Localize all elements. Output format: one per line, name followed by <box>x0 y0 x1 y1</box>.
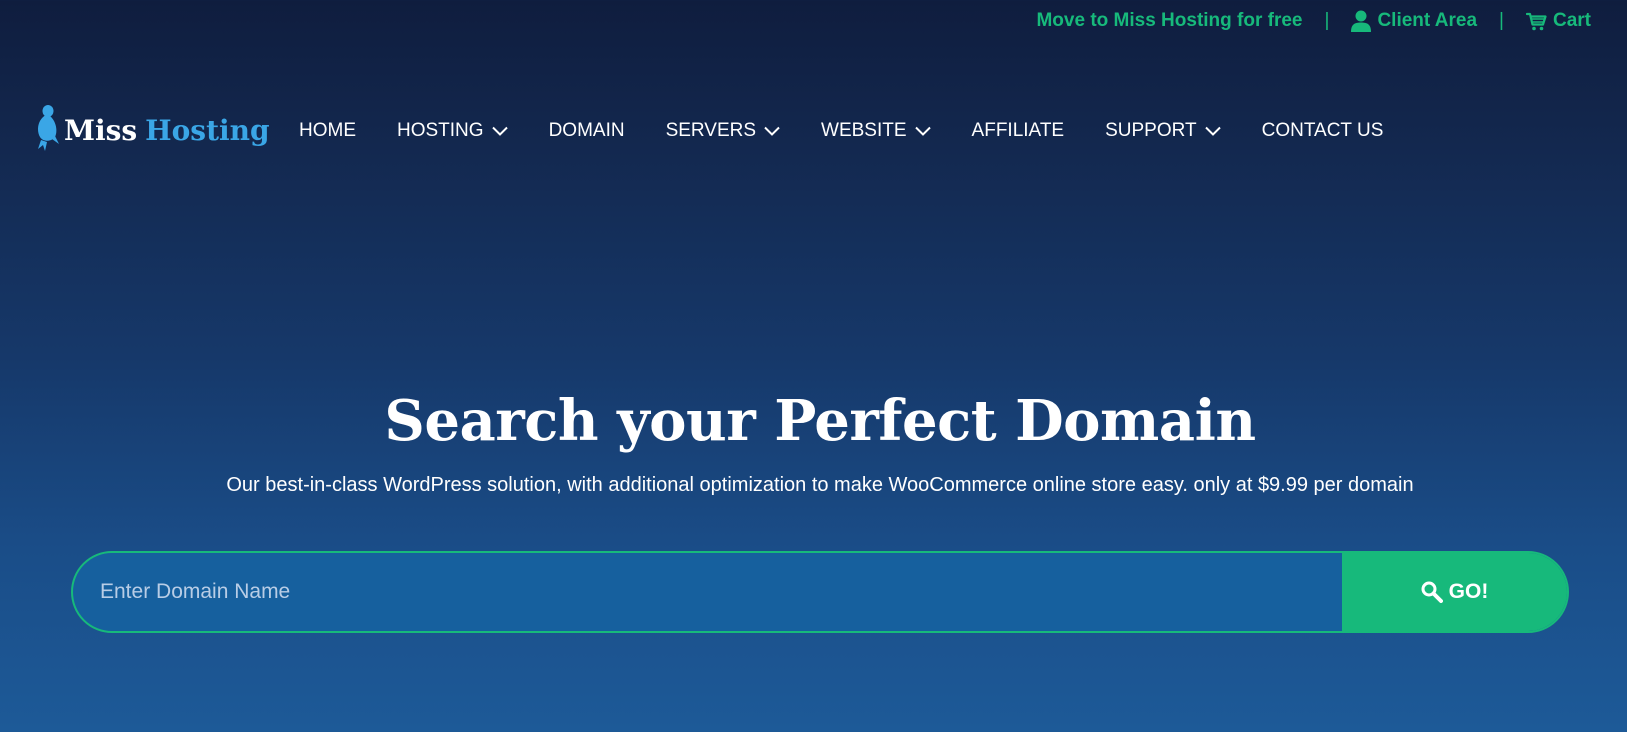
cart-link[interactable]: Cart <box>1525 10 1591 32</box>
bird-icon <box>34 104 60 157</box>
nav-item-affiliate[interactable]: AFFILIATE <box>972 120 1065 142</box>
main-nav: HOME HOSTING DOMAIN SERVERS WEBSITE AFFI… <box>299 120 1383 142</box>
client-area-label: Client Area <box>1377 10 1478 31</box>
nav-item-label: HOME <box>299 120 356 141</box>
nav-item-label: HOSTING <box>397 120 484 141</box>
cart-icon <box>1525 12 1547 31</box>
topbar-separator: | <box>1499 10 1504 31</box>
client-area-link[interactable]: Client Area <box>1351 10 1477 32</box>
user-icon <box>1351 10 1372 32</box>
domain-search-bar: GO! <box>71 551 1569 633</box>
nav-item-home[interactable]: HOME <box>299 120 356 142</box>
move-to-miss-hosting-link[interactable]: Move to Miss Hosting for free <box>1036 10 1302 32</box>
chevron-down-icon <box>914 126 931 136</box>
nav-item-contact-us[interactable]: CONTACT US <box>1262 120 1384 142</box>
nav-item-website[interactable]: WEBSITE <box>821 120 931 142</box>
go-button-label: GO! <box>1448 580 1489 603</box>
hero-title: Search your Perfect Domain <box>384 388 1256 454</box>
nav-item-domain[interactable]: DOMAIN <box>549 120 625 142</box>
nav-item-label: CONTACT US <box>1261 120 1384 141</box>
domain-search-input[interactable] <box>73 553 1342 631</box>
brand-word-miss: Miss <box>64 114 138 147</box>
nav-item-label: SERVERS <box>665 120 757 141</box>
search-icon <box>1421 581 1443 603</box>
top-utility-bar: Move to Miss Hosting for free | Client A… <box>1036 10 1591 32</box>
nav-item-label: WEBSITE <box>821 120 907 141</box>
cart-label: Cart <box>1552 10 1591 31</box>
nav-item-label: DOMAIN <box>548 120 625 141</box>
brand-logo[interactable]: Miss Hosting <box>34 104 270 157</box>
nav-item-label: AFFILIATE <box>971 120 1065 141</box>
nav-item-label: SUPPORT <box>1105 120 1197 141</box>
chevron-down-icon <box>764 126 780 136</box>
nav-item-servers[interactable]: SERVERS <box>666 120 780 142</box>
brand-wordmark: Miss Hosting <box>64 114 270 147</box>
chevron-down-icon <box>1204 126 1221 136</box>
nav-item-hosting[interactable]: HOSTING <box>397 120 508 142</box>
topbar-separator: | <box>1324 10 1330 31</box>
nav-item-support[interactable]: SUPPORT <box>1105 120 1221 142</box>
chevron-down-icon <box>491 126 508 136</box>
hero-subtitle: Our best-in-class WordPress solution, wi… <box>226 474 1414 496</box>
brand-word-hosting: Hosting <box>145 114 270 147</box>
go-search-button[interactable]: GO! <box>1342 553 1567 631</box>
